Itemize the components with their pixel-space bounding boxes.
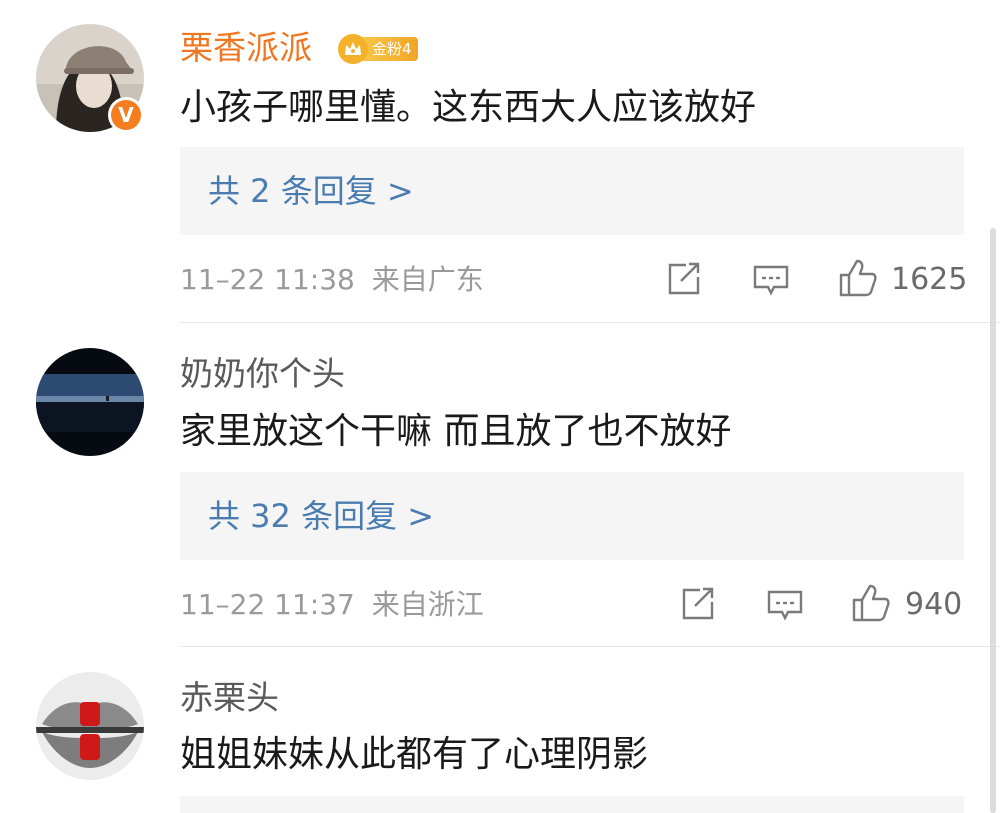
reply-box[interactable]: [180, 796, 964, 813]
username[interactable]: 赤栗头: [180, 678, 279, 718]
comment-text: 姐姐妹妹从此都有了心理阴影: [180, 734, 649, 775]
crown-icon: [338, 34, 368, 64]
scrollbar[interactable]: [990, 228, 996, 813]
avatar[interactable]: [36, 672, 144, 780]
comment-item: 赤栗头 姐姐妹妹从此都有了心理阴影: [0, 0, 1000, 813]
